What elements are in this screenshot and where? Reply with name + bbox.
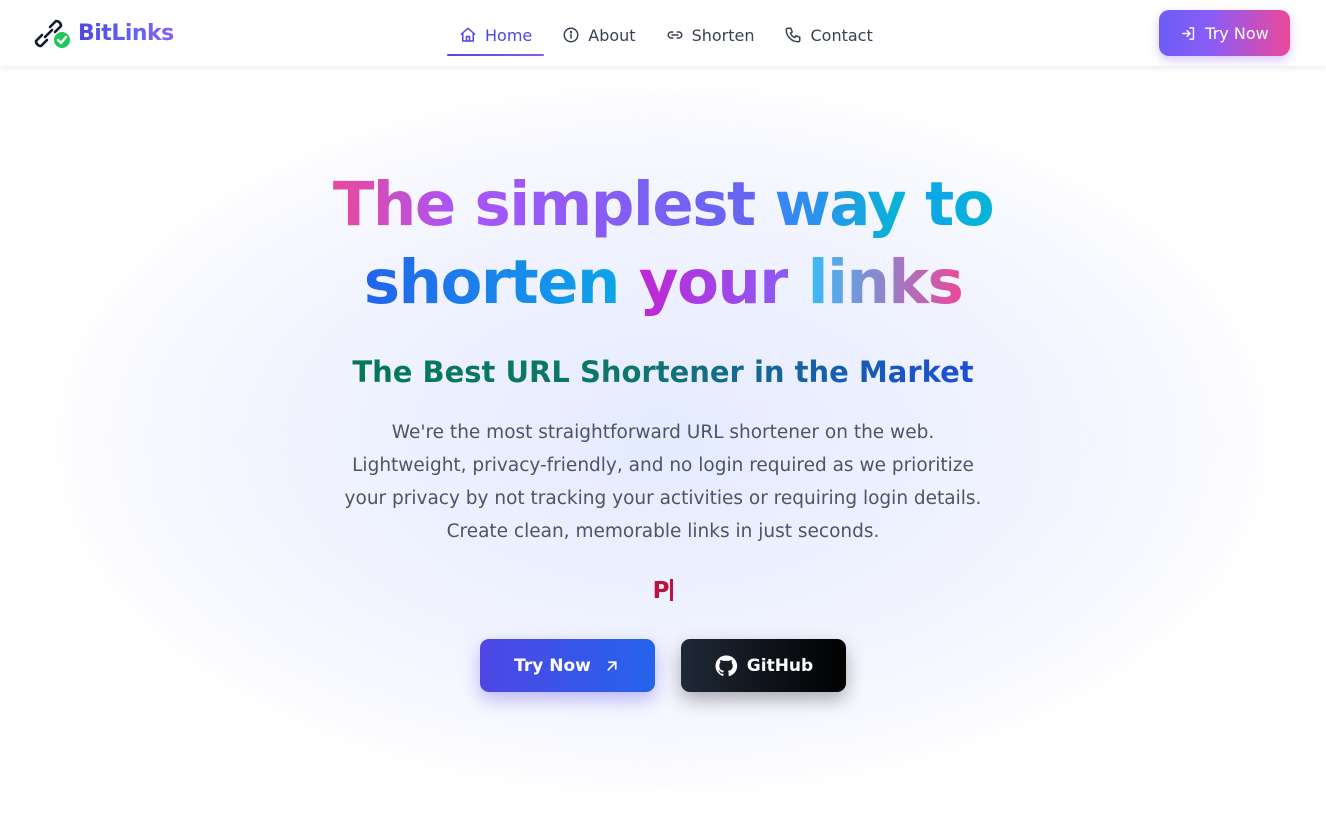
link-check-icon xyxy=(34,19,70,48)
nav-item-label: Contact xyxy=(810,25,873,45)
headline-word: shorten xyxy=(363,247,621,318)
brand-logo[interactable]: BitLinks xyxy=(34,16,174,50)
navbar: BitLinks Home About Shorten Contact Try … xyxy=(0,0,1326,66)
arrow-up-right-icon xyxy=(607,660,617,671)
nav-item-label: About xyxy=(588,25,636,45)
hero-description: We're the most straightforward URL short… xyxy=(323,416,1003,548)
headline-word: simplest xyxy=(474,169,756,240)
description-line: Create clean, memorable links in just se… xyxy=(446,521,880,542)
headline-word: to xyxy=(925,169,995,240)
github-button[interactable]: GitHub xyxy=(681,639,846,692)
description-line: We're the most straightforward URL short… xyxy=(391,422,935,443)
typing-cursor xyxy=(670,579,674,601)
hero-section: The simplest way to shorten your links T… xyxy=(0,66,1326,692)
headline-word: your xyxy=(638,247,790,318)
nav-item-home[interactable]: Home xyxy=(447,14,545,56)
nav-item-contact[interactable]: Contact xyxy=(772,14,884,56)
phone-icon xyxy=(785,27,801,43)
hero-headline: The simplest way to shorten your links xyxy=(263,166,1063,322)
sign-in-icon xyxy=(1182,26,1195,40)
description-line: your privacy by not tracking your activi… xyxy=(344,488,982,509)
home-icon xyxy=(460,27,476,42)
headline-word: way xyxy=(774,169,906,240)
link-icon xyxy=(667,31,682,39)
brand-name: BitLinks xyxy=(78,20,174,46)
description-line: Lightweight, privacy-friendly, and no lo… xyxy=(352,455,974,476)
github-icon xyxy=(715,654,737,676)
nav-item-label: Home xyxy=(485,25,533,45)
hero-try-now-button[interactable]: Try Now xyxy=(480,639,655,692)
hero-actions: Try Now GitHub xyxy=(0,639,1326,699)
typing-text: P xyxy=(652,578,670,604)
headline-word: The xyxy=(332,169,456,240)
main-nav: Home About Shorten Contact xyxy=(447,12,891,58)
info-icon xyxy=(563,27,579,43)
nav-item-about[interactable]: About xyxy=(550,14,647,56)
try-now-label: Try Now xyxy=(514,655,591,676)
typing-animation: P xyxy=(653,578,674,614)
nav-item-label: Shorten xyxy=(691,25,755,45)
github-label: GitHub xyxy=(746,655,814,676)
nav-try-now-button[interactable]: Try Now xyxy=(1159,10,1290,56)
hero-subheadline: The Best URL Shortener in the Market xyxy=(352,352,973,392)
nav-item-shorten[interactable]: Shorten xyxy=(654,14,767,56)
headline-word: links xyxy=(807,247,964,318)
nav-try-now-label: Try Now xyxy=(1205,23,1269,43)
